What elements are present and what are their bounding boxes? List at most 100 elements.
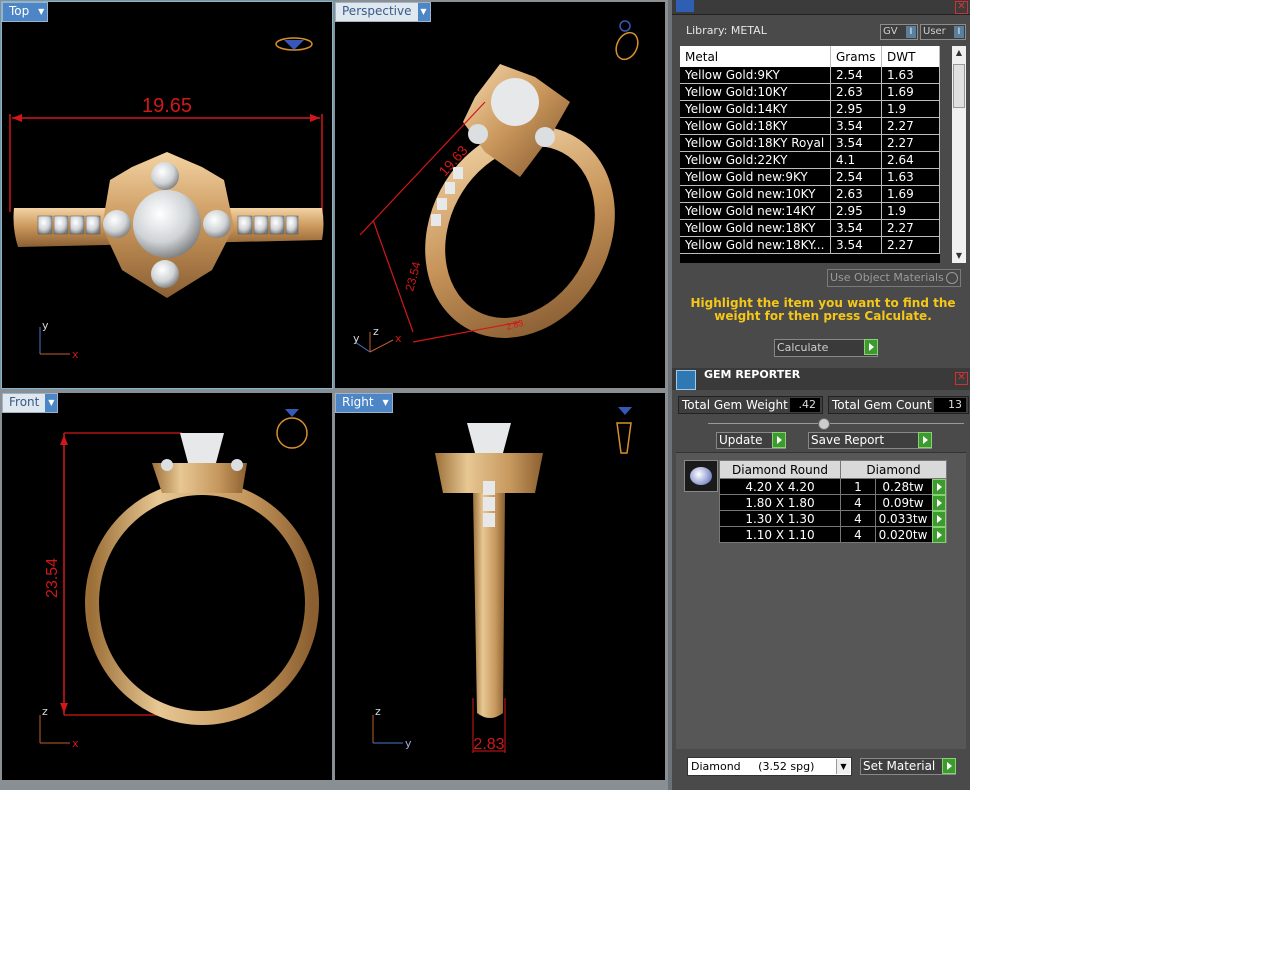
right-dimension-text: 2.83: [473, 736, 504, 753]
table-row[interactable]: Yellow Gold:18KY Royal 3.54 2.27: [680, 134, 940, 152]
play-icon[interactable]: [932, 479, 946, 495]
gem-round-icon[interactable]: [684, 460, 718, 492]
gem-weight-cell: 0.020tw: [875, 526, 947, 543]
chevron-down-icon[interactable]: ▼: [35, 3, 48, 21]
set-material-button[interactable]: Set Material: [860, 758, 956, 775]
axis-z-label: z: [42, 705, 48, 718]
play-icon: [918, 432, 932, 448]
metal-table-scrollbar[interactable]: ▲ ▼: [952, 46, 966, 263]
gem-weight-cell: 0.28tw: [875, 478, 947, 495]
use-object-materials-toggle[interactable]: Use Object Materials: [827, 269, 961, 287]
user-button[interactable]: User I: [920, 24, 966, 40]
column-header-grams[interactable]: Grams: [830, 46, 882, 67]
cell-text: 4: [854, 527, 862, 542]
chevron-down-icon[interactable]: ▼: [379, 394, 392, 412]
dwt-cell: 2.27: [881, 219, 940, 237]
gem-table[interactable]: Diamond Round Diamond 4.20 X 4.20 1 0.28tw…: [719, 460, 947, 543]
grams-cell: 3.54: [830, 236, 882, 254]
chevron-down-icon: ▼: [836, 759, 850, 774]
table-row[interactable]: Yellow Gold new:10KY 2.63 1.69: [680, 185, 940, 203]
close-icon[interactable]: ✕: [955, 1, 968, 14]
calculate-button[interactable]: Calculate: [774, 339, 878, 357]
metal-panel-icon: [676, 0, 694, 12]
table-row[interactable]: Yellow Gold:14KY 2.95 1.9: [680, 100, 940, 118]
dwt-cell: 1.9: [881, 202, 940, 220]
tab-front-view[interactable]: Front ▼: [2, 393, 59, 413]
gem-count-cell: 4: [840, 494, 876, 511]
grams-cell: 2.63: [830, 83, 882, 101]
gem-slider-track[interactable]: [708, 423, 964, 424]
scroll-down-icon[interactable]: ▼: [952, 249, 966, 263]
viewport-perspective[interactable]: 19.63 23.54 2.83 z y x Perspective ▼: [335, 2, 665, 388]
table-row[interactable]: Yellow Gold:9KY 2.54 1.63: [680, 67, 940, 84]
app-window: 19.65 y x Top ▼ 19.63 23.54 2.83 z y x P…: [0, 0, 970, 790]
cell-text: 0.033tw: [878, 511, 928, 526]
use-object-materials-label: Use Object Materials: [830, 271, 944, 284]
dwt-cell: 1.69: [881, 83, 940, 101]
metal-table[interactable]: Metal Grams DWT Yellow Gold:9KY 2.54 1.63 Y…: [680, 46, 940, 263]
table-row[interactable]: Yellow Gold:10KY 2.63 1.69: [680, 83, 940, 101]
dwt-cell: 2.64: [881, 151, 940, 169]
calculate-hint: Highlight the item you want to find the …: [690, 296, 956, 323]
scroll-thumb[interactable]: [953, 64, 965, 108]
gem-reporter-title: GEM REPORTER: [704, 368, 801, 381]
tab-top-view[interactable]: Top ▼: [2, 2, 49, 22]
axis-y-label: y: [353, 332, 360, 345]
perspective-dimension-b: 23.54: [402, 260, 423, 293]
column-header-dwt[interactable]: DWT: [881, 46, 940, 67]
viewport-label: Top: [9, 4, 30, 18]
material-select[interactable]: Diamond (3.52 spg) ▼: [687, 757, 852, 776]
scroll-up-icon[interactable]: ▲: [952, 46, 966, 60]
metal-name-cell: Yellow Gold new:10KY: [680, 185, 831, 203]
grams-cell: 4.1: [830, 151, 882, 169]
gem-size-cell: 4.20 X 4.20: [719, 478, 841, 495]
gem-reporter-icon: [676, 370, 696, 390]
table-row[interactable]: 4.20 X 4.20 1 0.28tw: [719, 478, 947, 495]
dwt-cell: 2.27: [881, 134, 940, 152]
gem-header-shape: Diamond Round: [719, 460, 841, 479]
viewport-front[interactable]: 23.54 z x Front ▼: [2, 393, 332, 780]
table-row[interactable]: 1.10 X 1.10 4 0.020tw: [719, 526, 947, 543]
table-row[interactable]: Yellow Gold new:18KY... 3.54 2.27: [680, 236, 940, 254]
chevron-down-icon[interactable]: ▼: [417, 3, 430, 21]
gv-button[interactable]: GV I: [880, 24, 918, 40]
gem-slider-handle[interactable]: [818, 418, 830, 430]
metal-panel-titlebar: ✕: [672, 0, 970, 15]
grams-cell: 3.54: [830, 134, 882, 152]
play-icon[interactable]: [932, 495, 946, 511]
grams-cell: 2.95: [830, 202, 882, 220]
viewport-right[interactable]: 2.83 z y Right ▼: [335, 393, 665, 780]
save-report-button[interactable]: Save Report: [808, 432, 932, 449]
tab-right-view[interactable]: Right ▼: [335, 393, 393, 413]
table-row[interactable]: 1.30 X 1.30 4 0.033tw: [719, 510, 947, 527]
table-row[interactable]: Yellow Gold:18KY 3.54 2.27: [680, 117, 940, 135]
close-icon[interactable]: ✕: [955, 372, 968, 385]
material-select-value: Diamond (3.52 spg): [691, 760, 815, 773]
play-icon[interactable]: [932, 527, 946, 543]
cell-text: 4.20 X 4.20: [745, 479, 815, 494]
table-row[interactable]: 1.80 X 1.80 4 0.09tw: [719, 494, 947, 511]
metal-name-cell: Yellow Gold new:18KY...: [680, 236, 831, 254]
tab-perspective-view[interactable]: Perspective ▼: [335, 2, 431, 22]
table-row[interactable]: Yellow Gold:22KY 4.1 2.64: [680, 151, 940, 169]
viewport-top[interactable]: 19.65 y x Top ▼: [1, 1, 333, 389]
table-row[interactable]: Yellow Gold new:14KY 2.95 1.9: [680, 202, 940, 220]
cell-text: 4: [854, 511, 862, 526]
perspective-view-render: 19.63 23.54 2.83 z y x: [353, 20, 639, 353]
library-label: Library: METAL: [686, 24, 767, 37]
chevron-down-icon[interactable]: ▼: [45, 394, 58, 412]
grams-cell: 2.63: [830, 185, 882, 203]
gem-size-cell: 1.10 X 1.10: [719, 526, 841, 543]
play-icon[interactable]: [932, 511, 946, 527]
metal-name-cell: Yellow Gold:14KY: [680, 100, 831, 118]
update-button[interactable]: Update: [716, 432, 786, 449]
axis-y-label: y: [42, 319, 49, 332]
indicator-icon: I: [954, 26, 964, 38]
table-row[interactable]: Yellow Gold new:18KY 3.54 2.27: [680, 219, 940, 237]
table-row[interactable]: Yellow Gold new:9KY 2.54 1.63: [680, 168, 940, 186]
dwt-cell: 2.27: [881, 236, 940, 254]
indicator-icon: I: [906, 26, 916, 38]
cell-text: 1.10 X 1.10: [745, 527, 815, 542]
column-header-metal[interactable]: Metal: [680, 46, 831, 67]
play-icon: [864, 339, 878, 355]
